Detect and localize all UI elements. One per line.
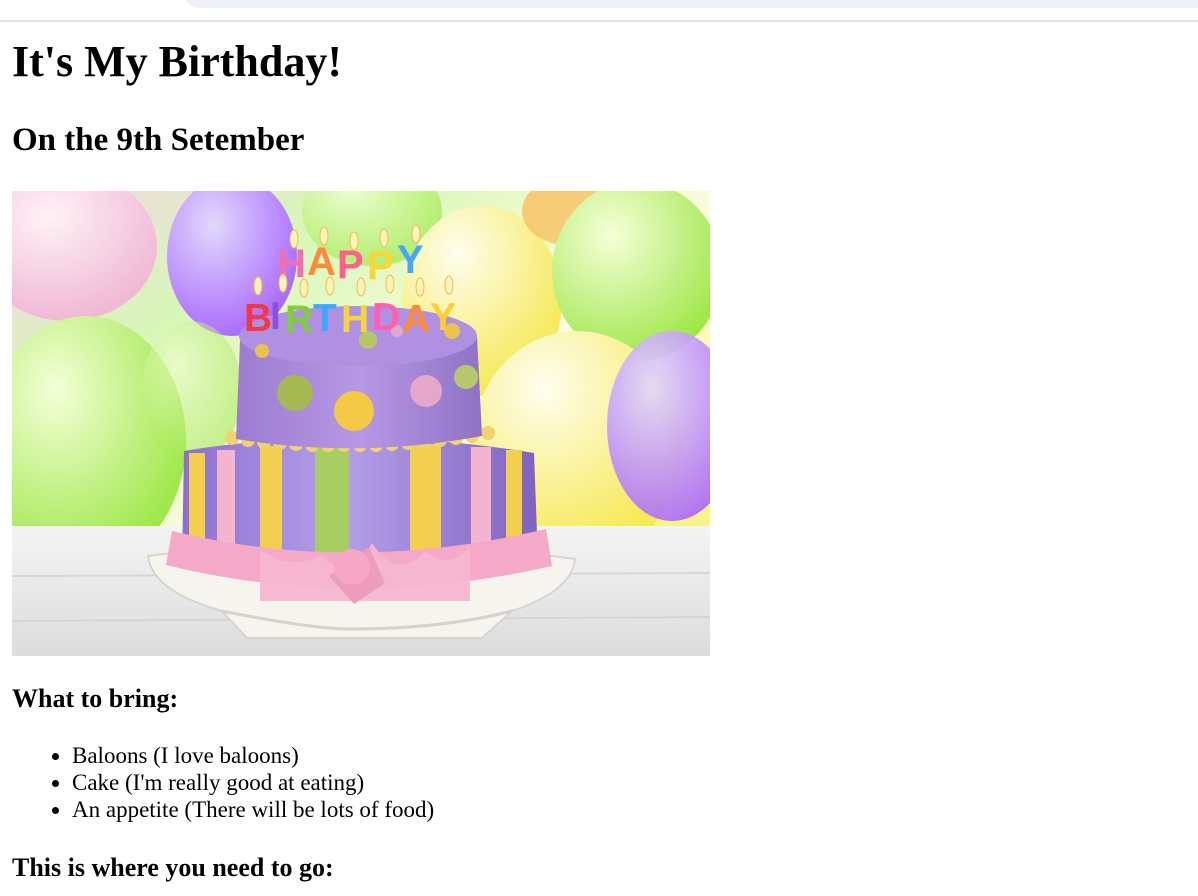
- list-item: An appetite (There will be lots of food): [72, 796, 434, 823]
- browser-chrome: [0, 0, 1198, 22]
- svg-text:H: H: [341, 298, 369, 341]
- svg-text:B: B: [244, 297, 272, 340]
- page-subtitle: On the 9th Setember: [12, 122, 305, 158]
- svg-text:D: D: [372, 296, 400, 339]
- location-heading: This is where you need to go:: [12, 853, 334, 882]
- svg-text:Y: Y: [397, 238, 424, 282]
- page-title: It's My Birthday!: [12, 37, 342, 86]
- browser-address-bar[interactable]: [182, 0, 1198, 8]
- list-item: Baloons (I love baloons): [72, 742, 434, 769]
- svg-text:R: R: [285, 298, 313, 341]
- birthday-cake-image: H A P P Y B I R T H D A Y: [12, 191, 710, 656]
- bring-list: Baloons (I love baloons) Cake (I'm reall…: [12, 742, 434, 823]
- svg-text:T: T: [313, 297, 337, 340]
- svg-text:A: A: [402, 298, 430, 341]
- list-item: Cake (I'm really good at eating): [72, 769, 434, 796]
- birthday-candles: B I R T H D A Y: [244, 295, 456, 341]
- svg-text:Y: Y: [430, 296, 456, 339]
- bring-heading: What to bring:: [12, 684, 179, 713]
- svg-text:I: I: [270, 295, 281, 338]
